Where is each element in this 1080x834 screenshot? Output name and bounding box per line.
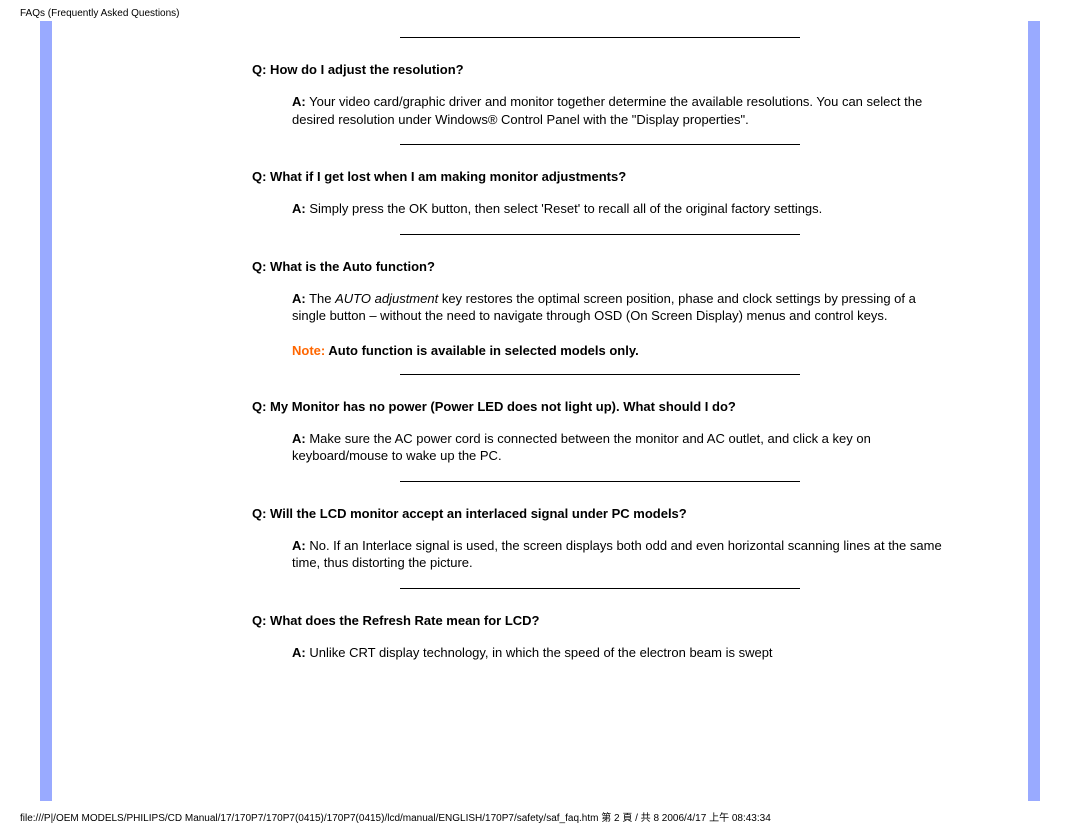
faq-question: Q: What is the Auto function?: [252, 259, 948, 274]
main-content: Q: How do I adjust the resolution? A: Yo…: [252, 21, 968, 801]
separator: [400, 588, 800, 589]
document-header: FAQs (Frequently Asked Questions): [0, 0, 1080, 21]
separator: [400, 374, 800, 375]
faq-answer: A: Make sure the AC power cord is connec…: [292, 430, 948, 465]
answer-text: Unlike CRT display technology, in which …: [309, 645, 772, 660]
note-label: Note:: [292, 343, 328, 358]
right-color-bar: [1028, 21, 1040, 801]
answer-lead: A:: [292, 538, 306, 553]
answer-text: Your video card/graphic driver and monit…: [292, 94, 922, 127]
separator: [400, 234, 800, 235]
answer-text: Make sure the AC power cord is connected…: [292, 431, 871, 464]
separator: [400, 37, 800, 38]
answer-lead: A:: [292, 201, 306, 216]
separator: [400, 144, 800, 145]
faq-answer: A: The AUTO adjustment key restores the …: [292, 290, 948, 325]
answer-text: Simply press the OK button, then select …: [309, 201, 822, 216]
left-color-bar: [40, 21, 52, 801]
note-text: Auto function is available in selected m…: [328, 343, 638, 358]
answer-lead: A:: [292, 431, 306, 446]
footer-path: file:///P|/OEM MODELS/PHILIPS/CD Manual/…: [0, 801, 1080, 830]
answer-text: No. If an Interlace signal is used, the …: [292, 538, 942, 571]
faq-question: Q: My Monitor has no power (Power LED do…: [252, 399, 948, 414]
answer-em: AUTO adjustment: [335, 291, 438, 306]
faq-question: Q: Will the LCD monitor accept an interl…: [252, 506, 948, 521]
answer-pre: The: [309, 291, 335, 306]
faq-question: Q: What does the Refresh Rate mean for L…: [252, 613, 948, 628]
faq-answer: A: Your video card/graphic driver and mo…: [292, 93, 948, 128]
faq-answer: A: Simply press the OK button, then sele…: [292, 200, 948, 218]
answer-lead: A:: [292, 291, 306, 306]
page-frame: Q: How do I adjust the resolution? A: Yo…: [40, 21, 1040, 801]
answer-lead: A:: [292, 645, 306, 660]
faq-answer: A: Unlike CRT display technology, in whi…: [292, 644, 948, 662]
answer-lead: A:: [292, 94, 306, 109]
right-gutter: [968, 21, 1028, 801]
faq-answer: A: No. If an Interlace signal is used, t…: [292, 537, 948, 572]
left-spacer: [52, 21, 252, 801]
faq-question: Q: What if I get lost when I am making m…: [252, 169, 948, 184]
separator: [400, 481, 800, 482]
faq-question: Q: How do I adjust the resolution?: [252, 62, 948, 77]
faq-note: Note: Auto function is available in sele…: [292, 343, 948, 358]
